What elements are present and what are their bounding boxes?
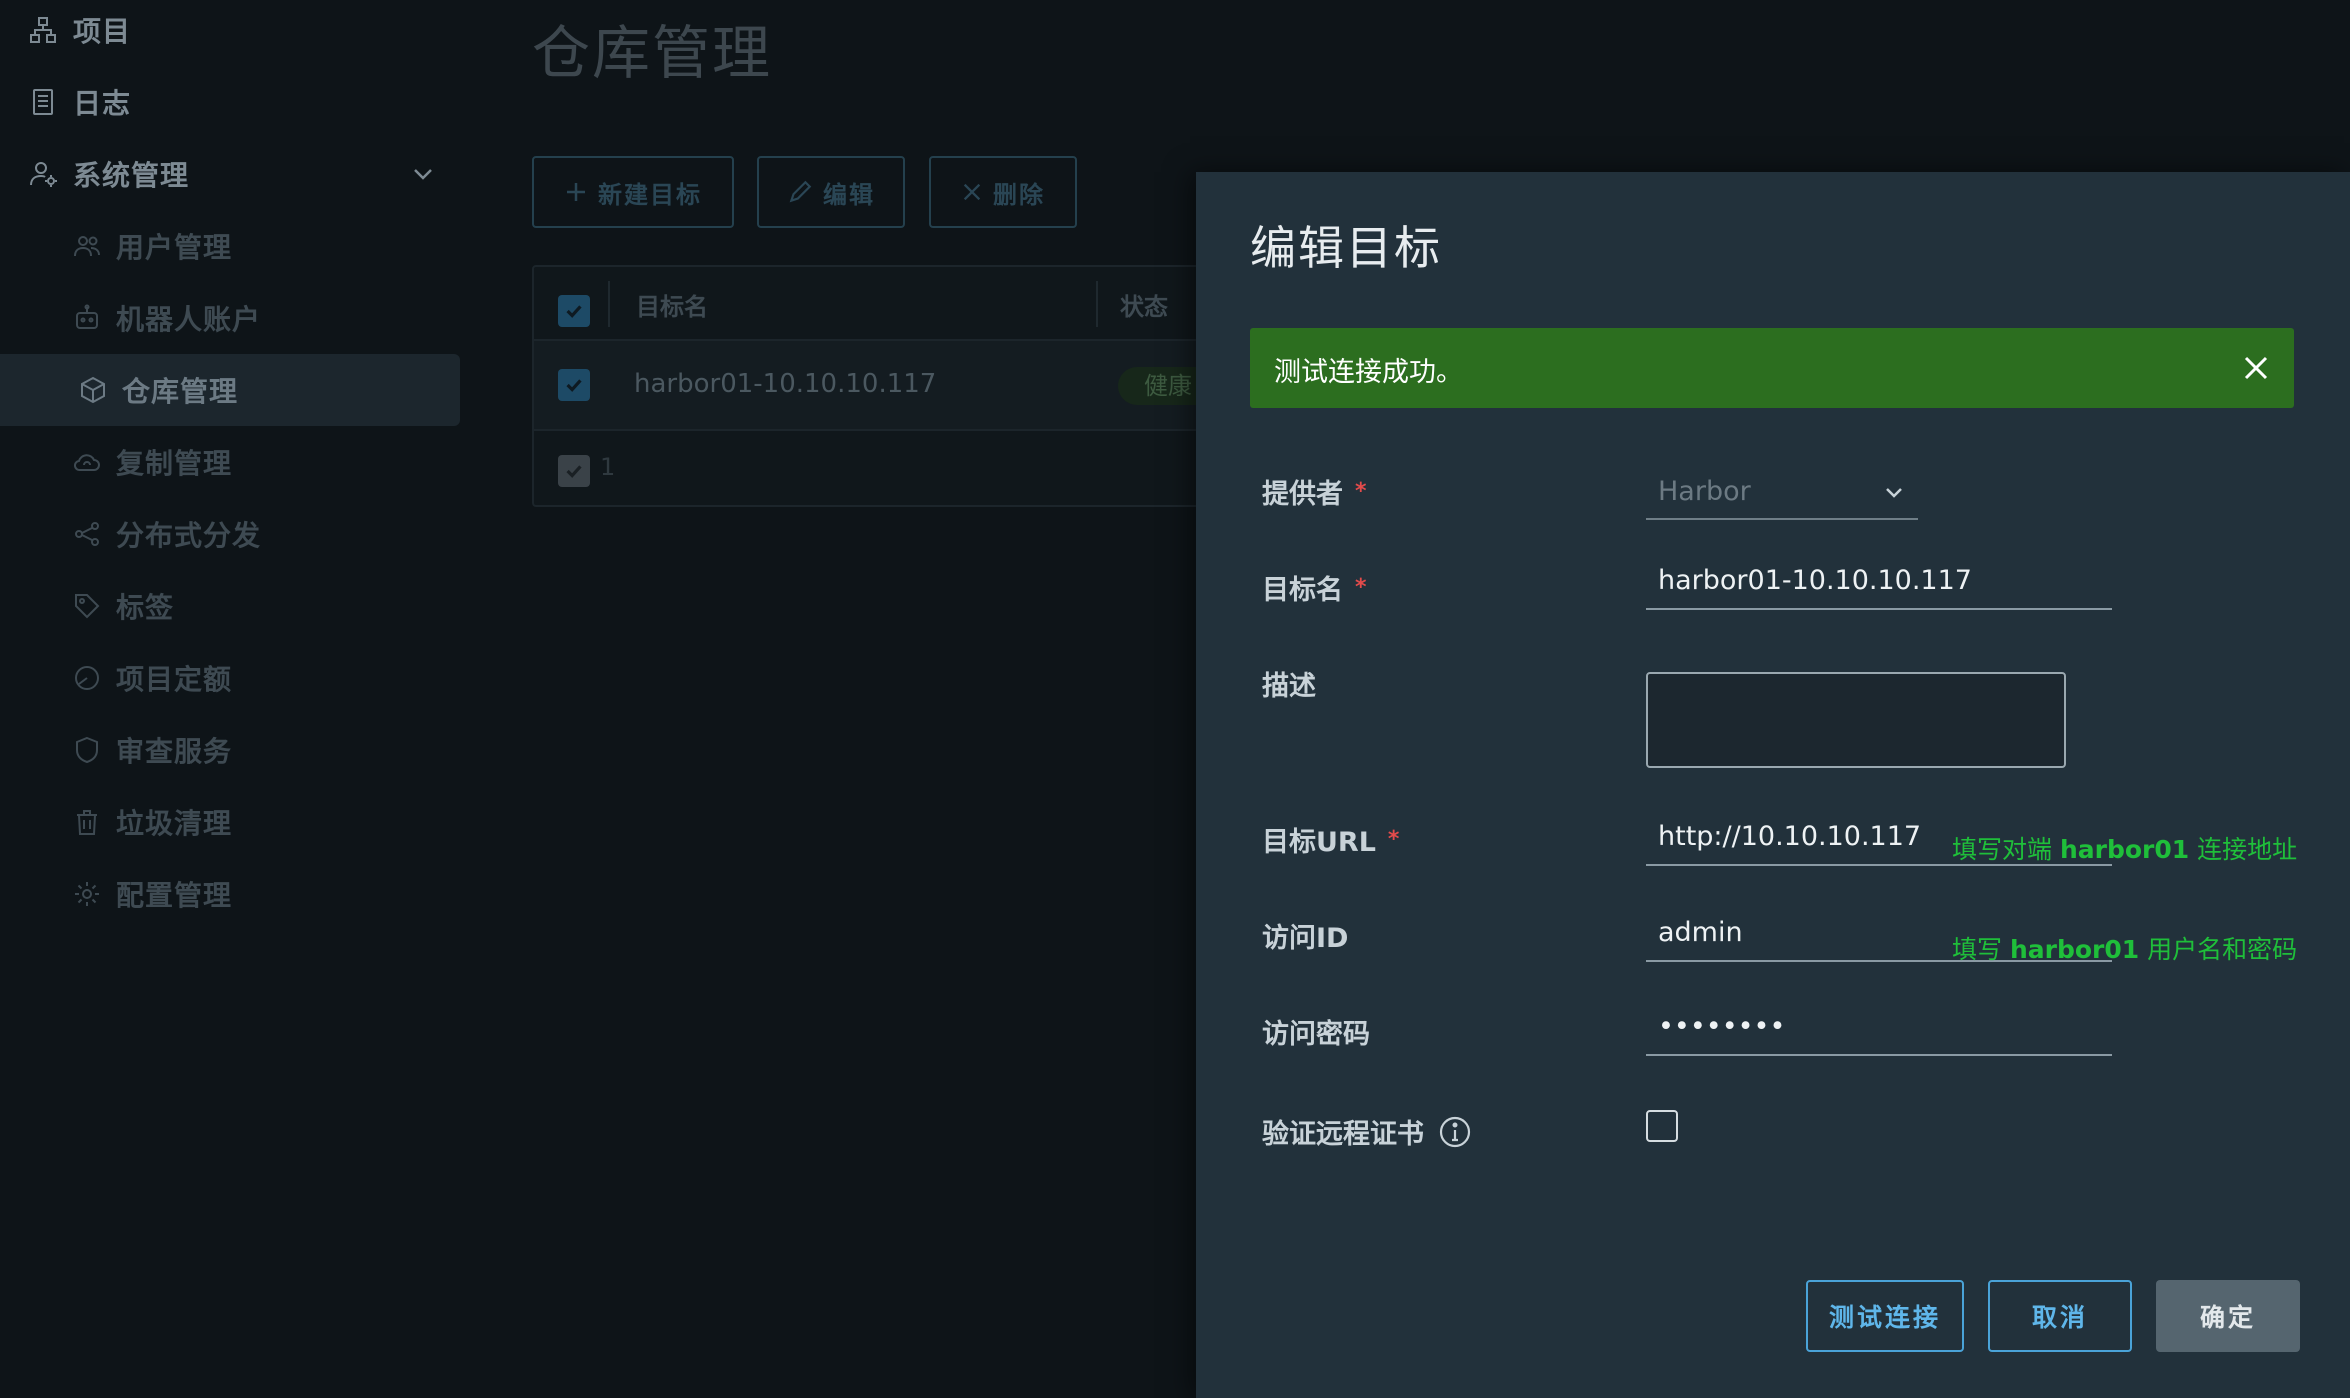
target-name-label: 目标名 * (1262, 575, 1367, 606)
target-name-input[interactable] (1646, 552, 2112, 610)
sidebar-item-labels[interactable]: 标签 (0, 570, 460, 642)
page-title: 仓库管理 (532, 19, 773, 87)
sidebar-item-logs[interactable]: 日志 (0, 66, 460, 138)
quota-icon (72, 663, 102, 693)
sidebar-item-label: 用户管理 (116, 231, 233, 264)
ok-button[interactable]: 确定 (2156, 1280, 2300, 1352)
sidebar-item-label: 项目 (73, 15, 132, 48)
sidebar-item-distribution[interactable]: 分布式分发 (0, 498, 460, 570)
robot-icon (72, 303, 102, 333)
sidebar-item-label: 配置管理 (116, 879, 233, 912)
sidebar-item-label: 审查服务 (116, 735, 233, 768)
sidebar-item-system-admin[interactable]: 系统管理 (0, 138, 460, 210)
new-target-button[interactable]: 新建目标 (532, 156, 734, 228)
close-icon[interactable] (2236, 348, 2276, 388)
verify-cert-label: 验证远程证书 (1262, 1112, 1472, 1151)
close-icon (963, 183, 981, 201)
credentials-annotation: 填写 harbor01 用户名和密码 (1952, 935, 2298, 964)
system-admin-icon (28, 159, 58, 189)
sidebar-item-label: 项目定额 (116, 663, 233, 696)
sidebar-item-label: 仓库管理 (122, 375, 239, 408)
column-header-status[interactable]: 状态 (1120, 287, 1168, 322)
sidebar-item-gc[interactable]: 垃圾清理 (0, 786, 460, 858)
sidebar-item-label: 日志 (73, 87, 132, 120)
provider-value: Harbor (1658, 476, 1751, 507)
new-target-label: 新建目标 (598, 180, 702, 209)
dialog-title: 编辑目标 (1250, 221, 1442, 275)
success-alert: 测试连接成功。 (1250, 328, 2294, 408)
access-id-label: 访问ID (1262, 923, 1349, 954)
edit-label: 编辑 (823, 180, 875, 209)
sidebar-item-projects[interactable]: 项目 (0, 0, 460, 66)
sidebar-item-quotas[interactable]: 项目定额 (0, 642, 460, 714)
tag-icon (72, 591, 102, 621)
check-icon (566, 379, 582, 392)
check-icon (566, 305, 582, 318)
log-icon (28, 87, 58, 117)
gear-icon (72, 879, 102, 909)
required-marker: * (1387, 827, 1400, 852)
plus-icon (567, 183, 585, 201)
sidebar-item-label: 复制管理 (116, 447, 233, 480)
row-count: 1 (600, 453, 616, 481)
info-icon[interactable] (1438, 1115, 1472, 1149)
alert-message: 测试连接成功。 (1274, 357, 1463, 388)
cancel-button[interactable]: 取消 (1988, 1280, 2132, 1352)
sidebar-item-label: 系统管理 (73, 159, 190, 192)
required-marker: * (1355, 575, 1367, 600)
url-annotation: 填写对端 harbor01 连接地址 (1952, 835, 2298, 864)
project-icon (28, 15, 58, 45)
description-textarea[interactable] (1646, 672, 2066, 768)
target-name-cell: harbor01-10.10.10.117 (634, 369, 937, 399)
footer-checkbox[interactable] (558, 455, 590, 487)
target-url-label: 目标URL * (1262, 827, 1400, 858)
test-connection-button[interactable]: 测试连接 (1806, 1280, 1964, 1352)
delete-label: 删除 (993, 180, 1045, 209)
edit-button[interactable]: 编辑 (757, 156, 905, 228)
users-icon (72, 231, 102, 261)
column-header-name[interactable]: 目标名 (636, 287, 708, 322)
required-marker: * (1355, 479, 1367, 504)
cloud-sync-icon (72, 447, 102, 477)
sidebar-item-label: 机器人账户 (116, 303, 262, 336)
sidebar-item-interrogation[interactable]: 审查服务 (0, 714, 460, 786)
check-icon (566, 465, 582, 478)
access-secret-label: 访问密码 (1262, 1019, 1370, 1050)
sidebar-item-label: 垃圾清理 (116, 807, 233, 840)
select-all-checkbox[interactable] (558, 295, 590, 327)
edit-target-dialog: 编辑目标 测试连接成功。 提供者* Harbor 目标名* 描述 目标URL* … (1196, 172, 2350, 1398)
sidebar-item-replication[interactable]: 复制管理 (0, 426, 460, 498)
delete-button[interactable]: 删除 (929, 156, 1077, 228)
sidebar-item-registries[interactable]: 仓库管理 (0, 354, 460, 426)
access-secret-input[interactable] (1646, 998, 2112, 1056)
sidebar-item-label: 分布式分发 (116, 519, 262, 552)
box-icon (78, 375, 108, 405)
verify-cert-checkbox[interactable] (1646, 1110, 1678, 1142)
provider-label: 提供者 * (1262, 479, 1367, 510)
chevron-down-icon (1882, 480, 1906, 504)
trash-icon (72, 807, 102, 837)
sidebar-item-configuration[interactable]: 配置管理 (0, 858, 460, 930)
pencil-icon (789, 180, 812, 203)
chevron-down-icon[interactable] (408, 159, 438, 189)
sidebar-item-robot-accounts[interactable]: 机器人账户 (0, 282, 460, 354)
row-checkbox[interactable] (558, 369, 590, 401)
shield-icon (72, 735, 102, 765)
provider-select[interactable]: Harbor (1646, 462, 1918, 520)
description-label: 描述 (1262, 671, 1316, 702)
sidebar: 项目 日志 系统管理 用户管理 机器人账户 仓库管理 复制管理 分布式分发 标签… (0, 0, 472, 1398)
sidebar-item-users[interactable]: 用户管理 (0, 210, 460, 282)
sidebar-item-label: 标签 (116, 591, 175, 624)
share-icon (72, 519, 102, 549)
